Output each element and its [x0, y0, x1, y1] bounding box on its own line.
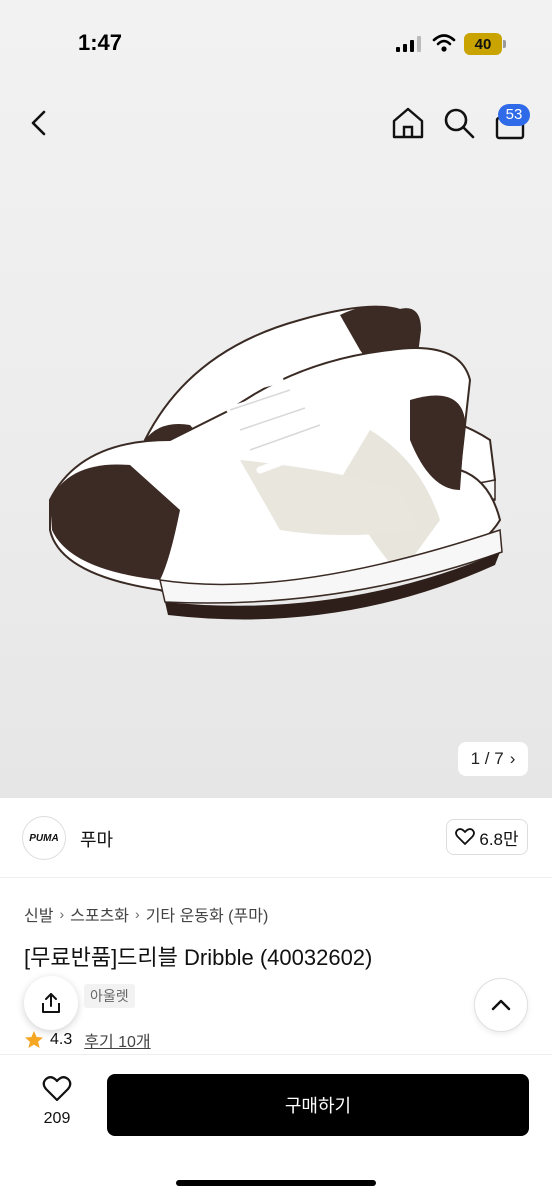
breadcrumb-item[interactable]: 스포츠화	[70, 902, 129, 926]
gallery-pager[interactable]: 1 / 7 ›	[458, 742, 528, 776]
chevron-right-icon: ›	[135, 906, 140, 922]
battery-indicator: 40	[464, 33, 502, 55]
brand-logo[interactable]: PUMA	[22, 816, 66, 860]
battery-tip	[503, 40, 506, 48]
buy-button[interactable]: 구매하기	[107, 1074, 529, 1136]
star-icon	[25, 1031, 43, 1048]
heart-icon	[455, 828, 476, 845]
brand-row[interactable]: PUMA 푸마 6.8만	[0, 798, 552, 878]
signal-icon	[396, 36, 421, 52]
cart-count-badge: 53	[498, 104, 530, 126]
breadcrumb-item[interactable]: 기타 운동화 (푸마)	[146, 902, 269, 926]
rating-value: 4.3	[50, 1031, 73, 1048]
heart-icon	[42, 1076, 72, 1102]
product-title: [무료반품]드리블 Dribble (40032602)	[24, 945, 373, 970]
home-icon[interactable]	[390, 106, 426, 140]
status-time: 1:47	[78, 30, 123, 55]
bottom-action-bar: 209 구매하기	[0, 1054, 552, 1200]
chevron-right-icon: ›	[59, 906, 65, 922]
wishlist-count: 209	[43, 1110, 71, 1127]
pager-text: 1 / 7	[470, 749, 504, 768]
wishlist-button[interactable]: 209	[30, 1075, 84, 1128]
outlet-tag: 아울렛	[84, 984, 135, 1008]
rating-row: 4.3 후기 10개	[24, 1028, 151, 1052]
search-icon[interactable]	[442, 106, 476, 140]
chevron-up-icon	[491, 999, 511, 1011]
product-image	[49, 305, 503, 620]
brand-like-button[interactable]: 6.8만	[446, 819, 528, 855]
scroll-top-button[interactable]	[474, 978, 528, 1032]
breadcrumb-item[interactable]: 신발	[24, 902, 53, 926]
top-navigation	[0, 90, 552, 160]
share-icon	[42, 993, 60, 1013]
back-arrow-icon[interactable]	[24, 108, 54, 138]
brand-name[interactable]: 푸마	[80, 826, 113, 852]
wifi-icon	[432, 34, 456, 52]
brand-like-count: 6.8만	[479, 829, 519, 849]
status-bar: 1:47 40	[0, 0, 552, 88]
brand-logo-text: PUMA	[29, 832, 59, 844]
share-button[interactable]	[24, 976, 78, 1030]
breadcrumb: 신발 › 스포츠화 › 기타 운동화 (푸마)	[24, 902, 268, 926]
review-link[interactable]: 후기 10개	[84, 1028, 150, 1052]
chevron-right-icon: ›	[509, 749, 516, 768]
home-indicator	[176, 1180, 376, 1186]
